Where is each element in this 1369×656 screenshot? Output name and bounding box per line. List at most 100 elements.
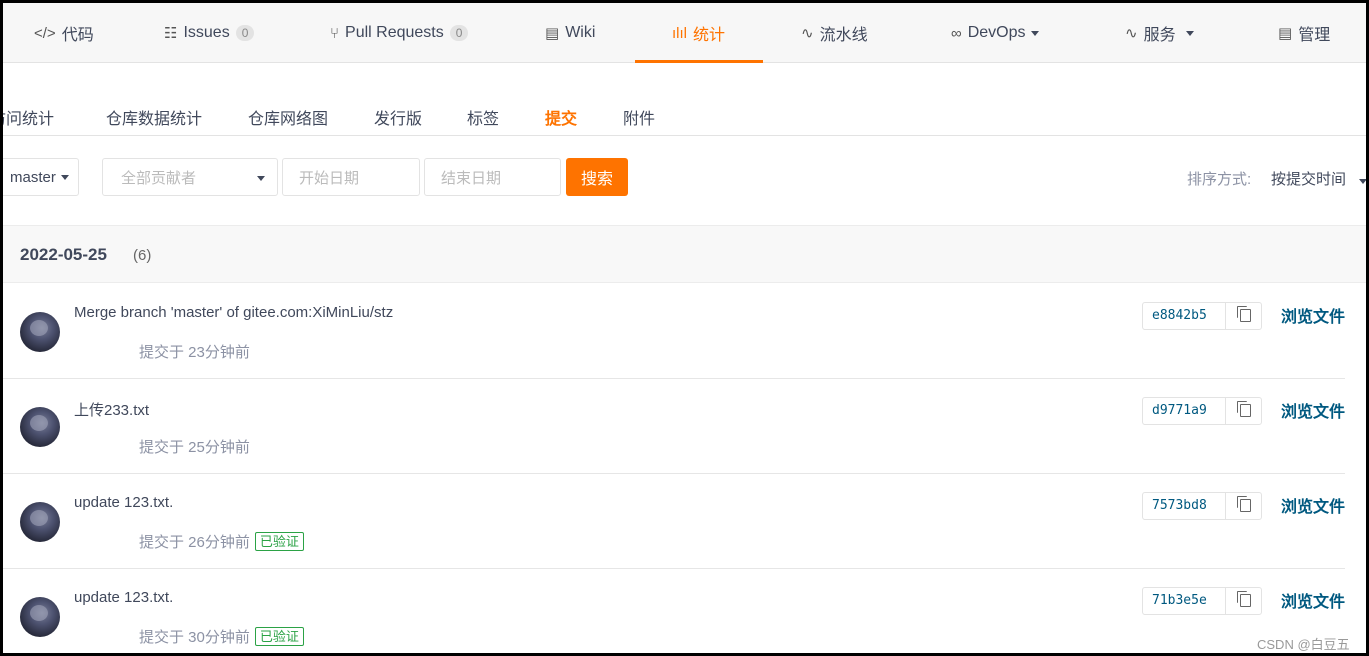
commit-row: Merge branch 'master' of gitee.com:XiMin… [3,284,1345,379]
commit-time: 提交于 25分钟前 [139,439,250,456]
tab-wiki[interactable]: ▤ Wiki [545,3,595,63]
commit-message[interactable]: update 123.txt. [74,589,173,606]
issues-icon: ☷ [164,25,178,42]
subtab-tags[interactable]: 标签 [467,105,499,129]
subtab-attachments[interactable]: 附件 [623,105,655,129]
commit-sha-box: d9771a9 [1142,397,1262,425]
start-date-input[interactable]: 开始日期 [282,158,420,196]
commit-message[interactable]: 上传233.txt [74,399,149,420]
tab-devops[interactable]: ∞ DevOps [951,3,1039,63]
author-select[interactable]: 全部贡献者 [102,158,278,196]
commit-date-header: 2022-05-25 (6) [3,225,1366,283]
infinity-icon: ∞ [951,24,962,42]
tab-pull-requests-label: Pull Requests [345,24,444,41]
avatar[interactable] [20,597,60,637]
tab-pipeline[interactable]: ∿ 流水线 [801,3,868,63]
pull-request-icon: ⑂ [330,24,340,42]
commit-date: 2022-05-25 [20,245,107,264]
wiki-icon: ▤ [545,25,560,42]
tab-devops-label: DevOps [967,24,1026,41]
commit-time: 提交于 26分钟前 [139,534,250,551]
commit-sha-link[interactable]: d9771a9 [1143,398,1226,424]
chevron-down-icon [1359,179,1366,184]
commit-sha-box: 7573bd8 [1142,492,1262,520]
commit-row: update 123.txt. 提交于 30分钟前 已验证 71b3e5e 浏览… [3,569,1345,653]
commit-sha-box: 71b3e5e [1142,587,1262,615]
browse-files-link[interactable]: 浏览文件 [1281,398,1345,422]
search-button[interactable]: 搜索 [566,158,628,196]
branch-select[interactable]: master [3,158,79,196]
repo-top-nav: </> 代码 ☷ Issues 0 ⑂ Pull Requests 0 ▤ Wi… [3,3,1366,63]
commit-sha-link[interactable]: e8842b5 [1143,303,1226,329]
pulse-icon: ∿ [1125,25,1138,42]
browse-files-link[interactable]: 浏览文件 [1281,303,1345,327]
commit-sha-link[interactable]: 7573bd8 [1143,493,1226,519]
tab-code-label: 代码 [61,27,94,44]
pull-requests-count-badge: 0 [449,25,469,41]
commit-row: update 123.txt. 提交于 26分钟前 已验证 7573bd8 浏览… [3,474,1345,569]
active-tab-indicator [635,60,763,63]
chevron-down-icon [257,176,265,181]
tab-manage-label: 管理 [1298,27,1331,44]
code-icon: </> [34,24,56,42]
tab-services-label: 服务 [1143,27,1176,44]
sort-select[interactable]: 按提交时间 [1271,168,1366,189]
tab-issues-label: Issues [183,24,230,41]
commit-meta: 提交于 25分钟前 [139,436,250,457]
tab-code[interactable]: </> 代码 [34,3,94,63]
browse-files-link[interactable]: 浏览文件 [1281,493,1345,517]
copy-icon[interactable] [1226,493,1261,519]
sort-select-value: 按提交时间 [1271,171,1347,188]
commit-time: 提交于 30分钟前 [139,629,250,646]
bar-chart-icon: ılıl [672,24,687,42]
tab-statistics-label: 统计 [693,27,726,44]
tab-statistics[interactable]: ılıl 统计 [672,3,725,63]
commit-message[interactable]: Merge branch 'master' of gitee.com:XiMin… [74,304,393,321]
watermark: CSDN @白豆五 [1257,637,1350,652]
subtab-visit-stats[interactable]: 访问统计 [3,105,54,129]
tab-issues[interactable]: ☷ Issues 0 [164,3,255,63]
commit-meta: 提交于 30分钟前 已验证 [139,626,304,647]
issues-count-badge: 0 [235,25,255,41]
subtab-repo-network[interactable]: 仓库网络图 [248,105,328,129]
end-date-input[interactable]: 结束日期 [424,158,561,196]
verified-badge: 已验证 [254,627,304,646]
commit-sha-link[interactable]: 71b3e5e [1143,588,1226,614]
tab-wiki-label: Wiki [565,24,596,41]
end-date-placeholder: 结束日期 [441,169,502,187]
avatar[interactable] [20,502,60,542]
pipeline-icon: ∿ [801,25,814,42]
avatar[interactable] [20,407,60,447]
avatar[interactable] [20,312,60,352]
commit-date-count: (6) [133,247,152,264]
subtab-releases[interactable]: 发行版 [374,105,422,129]
chevron-down-icon [60,174,69,180]
statistics-sub-nav: 访问统计 仓库数据统计 仓库网络图 发行版 标签 提交 附件 [3,64,1366,136]
author-select-placeholder: 全部贡献者 [121,169,197,187]
copy-icon[interactable] [1226,398,1261,424]
copy-icon[interactable] [1226,303,1261,329]
tab-pull-requests[interactable]: ⑂ Pull Requests 0 [330,3,469,63]
subtab-repo-data-stats[interactable]: 仓库数据统计 [106,105,202,129]
manage-icon: ▤ [1278,25,1293,42]
verified-badge: 已验证 [254,532,304,551]
tab-pipeline-label: 流水线 [819,27,868,44]
start-date-placeholder: 开始日期 [299,169,360,187]
copy-icon[interactable] [1226,588,1261,614]
commit-sha-box: e8842b5 [1142,302,1262,330]
commit-time: 提交于 23分钟前 [139,344,250,361]
chevron-down-icon [1030,30,1039,36]
chevron-down-icon [1185,30,1194,36]
subtab-commits[interactable]: 提交 [545,105,577,129]
commit-meta: 提交于 26分钟前 已验证 [139,531,304,552]
tab-services[interactable]: ∿ 服务 [1125,3,1194,63]
commit-row: 上传233.txt 提交于 25分钟前 d9771a9 浏览文件 [3,379,1345,474]
branch-select-value: master [10,168,56,186]
browse-files-link[interactable]: 浏览文件 [1281,588,1345,612]
commit-meta: 提交于 23分钟前 [139,341,250,362]
commit-message[interactable]: update 123.txt. [74,494,173,511]
page-frame: </> 代码 ☷ Issues 0 ⑂ Pull Requests 0 ▤ Wi… [0,0,1369,656]
sort-label: 排序方式: [1187,171,1252,188]
tab-manage[interactable]: ▤ 管理 [1278,3,1330,63]
commit-filters: master 全部贡献者 开始日期 结束日期 搜索 排序方式: 按提交时间 [3,137,1366,225]
